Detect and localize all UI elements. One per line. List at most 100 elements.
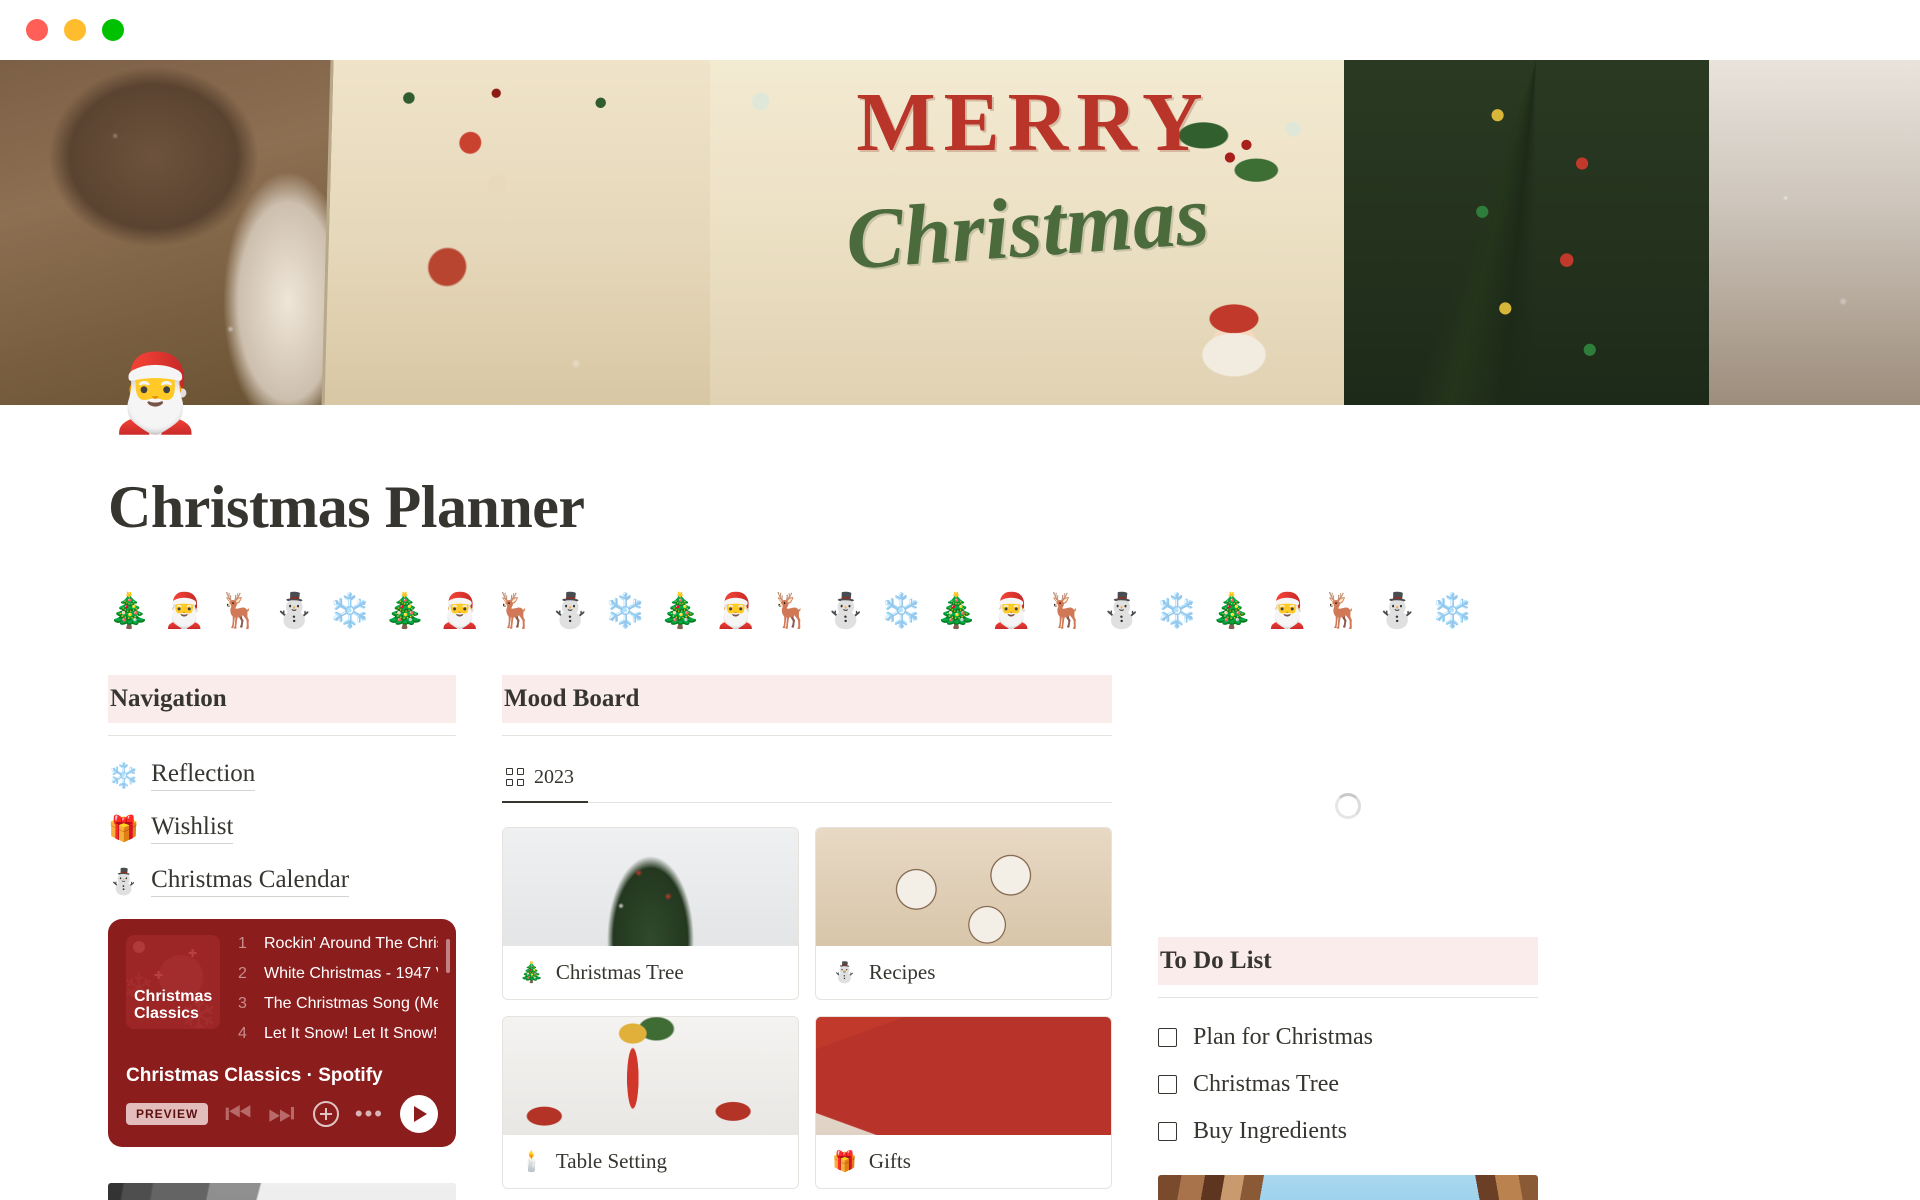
gallery-card-label: Gifts bbox=[868, 1148, 911, 1173]
page-body: 🎅 Christmas Planner 🎄 🎅 🦌 ⛄ ❄️ 🎄 🎅 🦌 ⛄ ❄… bbox=[0, 355, 1920, 1200]
todo-item[interactable]: Plan for Christmas bbox=[1158, 1024, 1538, 1051]
next-track-icon[interactable]: ⏭ bbox=[268, 1098, 295, 1129]
tab-label: 2023 bbox=[534, 765, 574, 788]
gallery-card-label: Recipes bbox=[868, 959, 936, 984]
snowman-icon: ⛄ bbox=[108, 866, 140, 896]
spotify-player-embed[interactable]: ❄ ❄ ✚ ✚ ✚ Christmas Classics 1 Rockin' A… bbox=[108, 918, 456, 1147]
snowman-icon: ⛄ bbox=[832, 960, 857, 984]
todo-column: To Do List Plan for Christmas Christmas … bbox=[1158, 675, 1538, 1200]
track-title: Rockin' Around The Christmas Tree bbox=[264, 934, 438, 952]
track-title: Let It Snow! Let It Snow! Let It Snow! bbox=[264, 1024, 438, 1042]
window-title-bar bbox=[0, 0, 1920, 60]
spotify-track-row[interactable]: 3 The Christmas Song (Merry Christmas To… bbox=[238, 995, 438, 1013]
sidebar-item-label: Christmas Calendar bbox=[151, 866, 350, 897]
track-number: 1 bbox=[238, 934, 247, 952]
sidebar-item-label: Reflection bbox=[151, 760, 256, 791]
minimize-window-button[interactable] bbox=[64, 19, 86, 41]
todo-item-label: Buy Ingredients bbox=[1193, 1117, 1347, 1144]
gift-icon: 🎁 bbox=[108, 813, 140, 843]
candle-icon: 🕯️ bbox=[519, 1149, 544, 1173]
spotify-track-row[interactable]: 2 White Christmas - 1947 Version bbox=[238, 965, 438, 983]
snowflake-icon: ❄️ bbox=[108, 760, 140, 790]
track-number: 3 bbox=[238, 994, 247, 1012]
page-icon-santa[interactable]: 🎅 bbox=[108, 355, 203, 431]
mood-board-gallery: 🎄 Christmas Tree ⛄ Recipes 🕯️ Table Sett… bbox=[502, 826, 1112, 1189]
play-triangle-icon bbox=[414, 1105, 427, 1122]
spotify-controls-row: PREVIEW ⏮ ⏭ ••• bbox=[126, 1094, 438, 1133]
previous-track-icon[interactable]: ⏮ bbox=[225, 1098, 252, 1129]
gift-bags-photo bbox=[816, 1016, 1111, 1135]
spotify-track-list[interactable]: 1 Rockin' Around The Christmas Tree 2 Wh… bbox=[238, 935, 438, 1055]
checkbox-icon[interactable] bbox=[1158, 1027, 1177, 1047]
gallery-card[interactable]: 🕯️ Table Setting bbox=[502, 1015, 799, 1189]
close-window-button[interactable] bbox=[26, 19, 48, 41]
navigation-list: ❄️ Reflection 🎁 Wishlist ⛄ Christmas Cal… bbox=[108, 760, 456, 897]
maximize-window-button[interactable] bbox=[102, 19, 124, 41]
spotify-bottom-bar: Christmas Classics · Spotify PREVIEW ⏮ ⏭… bbox=[126, 1065, 438, 1133]
gallery-card[interactable]: 🎄 Christmas Tree bbox=[502, 826, 799, 1000]
checkbox-icon[interactable] bbox=[1158, 1121, 1177, 1141]
snowy-street-photo bbox=[108, 1182, 456, 1200]
gallery-card-label-row: 🎄 Christmas Tree bbox=[503, 946, 798, 999]
todo-list: Plan for Christmas Christmas Tree Buy In… bbox=[1158, 1024, 1538, 1145]
track-title: The Christmas Song (Merry Christmas To Y… bbox=[264, 994, 438, 1012]
page-cover-image[interactable]: MERRY Christmas bbox=[0, 60, 1920, 405]
todo-item-label: Christmas Tree bbox=[1193, 1070, 1340, 1097]
loading-region bbox=[1158, 675, 1538, 937]
spotify-scrollbar[interactable] bbox=[446, 938, 450, 973]
sidebar-item-label: Wishlist bbox=[151, 813, 234, 844]
spotify-top-row: ❄ ❄ ✚ ✚ ✚ Christmas Classics 1 Rockin' A… bbox=[126, 934, 450, 1055]
winter-street-photo bbox=[1158, 1174, 1538, 1200]
navigation-heading: Navigation bbox=[108, 674, 456, 723]
mood-board-divider bbox=[502, 734, 1112, 736]
cover-artwork: MERRY Christmas bbox=[0, 60, 1920, 405]
sidebar-item-christmas-calendar[interactable]: ⛄ Christmas Calendar bbox=[108, 866, 456, 897]
play-button[interactable] bbox=[400, 1094, 438, 1133]
todo-heading: To Do List bbox=[1158, 936, 1538, 985]
gallery-card-label: Table Setting bbox=[555, 1148, 667, 1173]
track-title: White Christmas - 1947 Version bbox=[264, 964, 438, 982]
mood-board-tabs: 2023 bbox=[502, 758, 1112, 803]
gift-icon: 🎁 bbox=[832, 1149, 857, 1173]
checkbox-icon[interactable] bbox=[1158, 1074, 1177, 1094]
gallery-grid-icon bbox=[506, 768, 524, 786]
track-number: 2 bbox=[238, 964, 247, 982]
add-to-playlist-icon[interactable] bbox=[312, 1100, 339, 1127]
cookies-photo bbox=[816, 827, 1111, 946]
sidebar-item-reflection[interactable]: ❄️ Reflection bbox=[108, 760, 456, 791]
page-title: Christmas Planner bbox=[108, 474, 585, 540]
navigation-divider bbox=[108, 734, 456, 736]
gallery-card-label-row: 🎁 Gifts bbox=[816, 1135, 1111, 1188]
todo-item-label: Plan for Christmas bbox=[1193, 1023, 1373, 1050]
emoji-divider: 🎄 🎅 🦌 ⛄ ❄️ 🎄 🎅 🦌 ⛄ ❄️ 🎄 🎅 🦌 ⛄ ❄️ 🎄 🎅 🦌 ⛄… bbox=[108, 591, 1475, 631]
todo-item[interactable]: Christmas Tree bbox=[1158, 1071, 1538, 1098]
spotify-track-row[interactable]: 1 Rockin' Around The Christmas Tree bbox=[238, 935, 438, 953]
spotify-album-art: ❄ ❄ ✚ ✚ ✚ Christmas Classics bbox=[126, 934, 220, 1029]
gallery-card[interactable]: ⛄ Recipes bbox=[815, 826, 1112, 1000]
table-setting-photo bbox=[503, 1016, 798, 1135]
gallery-card-label-row: 🕯️ Table Setting bbox=[503, 1135, 798, 1188]
album-title-line1: Christmas bbox=[134, 987, 213, 1005]
sidebar-item-wishlist[interactable]: 🎁 Wishlist bbox=[108, 813, 456, 844]
spotify-track-row[interactable]: 4 Let It Snow! Let It Snow! Let It Snow! bbox=[238, 1025, 438, 1043]
christmas-tree-icon: 🎄 bbox=[519, 960, 544, 984]
christmas-tree-photo bbox=[503, 827, 798, 946]
sparkle-decor-icon: ✚ bbox=[154, 968, 164, 982]
todo-item[interactable]: Buy Ingredients bbox=[1158, 1118, 1538, 1145]
more-options-icon[interactable]: ••• bbox=[355, 1103, 384, 1125]
mood-board-column: Mood Board 2023 🎄 Christmas Tree ⛄ Recip… bbox=[502, 674, 1112, 1189]
album-title-line2: Classics bbox=[134, 1004, 199, 1022]
gallery-card-label-row: ⛄ Recipes bbox=[816, 946, 1111, 999]
content-columns: Navigation ❄️ Reflection 🎁 Wishlist ⛄ Ch… bbox=[0, 633, 1920, 1200]
todo-divider bbox=[1158, 996, 1538, 998]
preview-badge: PREVIEW bbox=[126, 1102, 209, 1125]
tab-2023[interactable]: 2023 bbox=[502, 758, 588, 803]
cover-bokeh-lights bbox=[0, 60, 1920, 405]
sparkle-decor-icon: ✚ bbox=[188, 946, 198, 960]
spotify-logo-icon bbox=[133, 940, 145, 953]
loading-spinner-icon bbox=[1335, 792, 1361, 819]
spotify-album-title: Christmas Classics bbox=[134, 987, 213, 1023]
gallery-card[interactable]: 🎁 Gifts bbox=[815, 1015, 1112, 1189]
track-number: 4 bbox=[238, 1024, 247, 1042]
gallery-card-label: Christmas Tree bbox=[555, 959, 684, 984]
